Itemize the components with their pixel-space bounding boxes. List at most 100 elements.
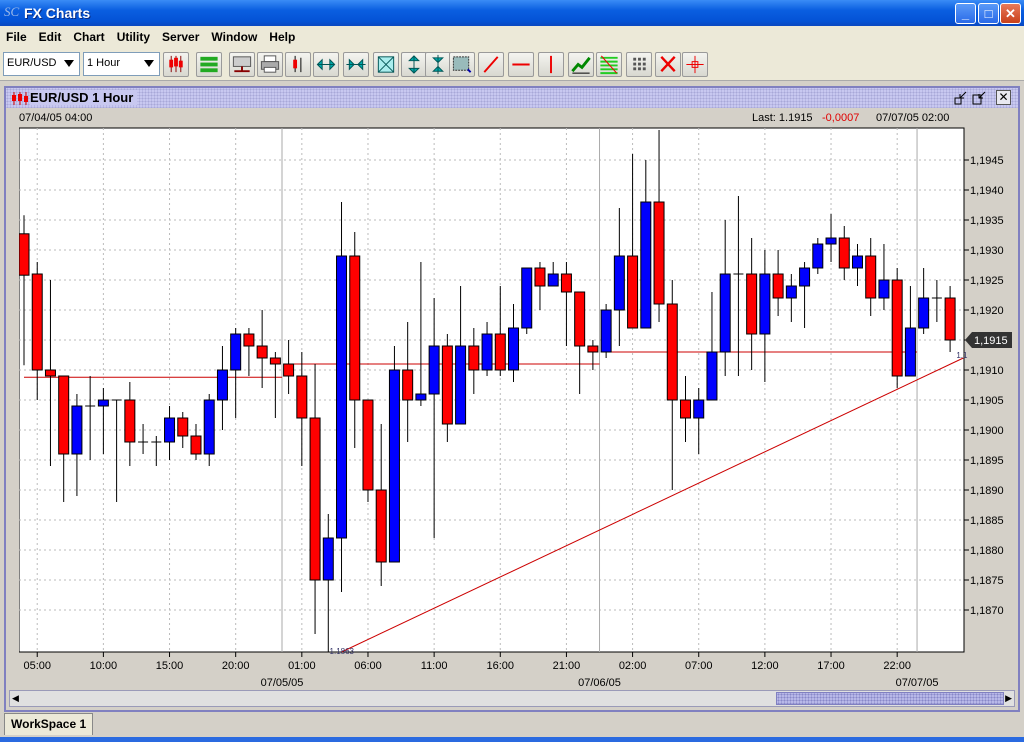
- horizontal-line-button[interactable]: [508, 52, 534, 77]
- candle-body: [746, 273, 758, 335]
- line-chart-button[interactable]: [568, 52, 594, 77]
- minimize-button[interactable]: _: [955, 3, 976, 24]
- bar-chart-button[interactable]: [285, 52, 311, 77]
- x-tick-label: 02:00: [619, 660, 647, 672]
- date-label: 07/06/05: [578, 677, 621, 689]
- candle-body: [362, 399, 374, 491]
- y-tick-label: 1,1890: [970, 485, 1004, 497]
- menu-utility[interactable]: Utility: [115, 30, 156, 44]
- expand-vertical-icon: [408, 55, 420, 74]
- candle-body: [640, 201, 652, 329]
- chart-area[interactable]: 1,1870 1,1875 1,1880 1,1885 1,1890 1,1895 1,19…: [18, 126, 1019, 694]
- candle-body: [560, 273, 572, 293]
- fit-chart-icon: [377, 56, 395, 73]
- candle-body: [587, 345, 599, 353]
- last-price: Last: 1.1915: [752, 112, 813, 124]
- candle-body: [71, 405, 83, 455]
- crosshair-button[interactable]: [682, 52, 708, 77]
- candle-body: [534, 267, 546, 287]
- trend-line-button[interactable]: [478, 52, 504, 77]
- candle-body: [296, 375, 308, 419]
- candle-body: [58, 375, 70, 455]
- vertical-line-button[interactable]: [538, 52, 564, 77]
- scrollbar-thumb[interactable]: [776, 692, 1004, 705]
- expand-horizontal-button[interactable]: [313, 52, 339, 77]
- close-chart-button[interactable]: ✕: [996, 90, 1011, 105]
- indicators-button[interactable]: [196, 52, 222, 77]
- compress-horizontal-button[interactable]: [343, 52, 369, 77]
- candle-body: [309, 417, 321, 581]
- server-button[interactable]: [229, 52, 255, 77]
- candle-body: [865, 255, 877, 299]
- candle-body: [706, 351, 718, 401]
- candle-body: [322, 537, 334, 581]
- current-price-label: 1,1915: [974, 335, 1008, 347]
- candle-body: [177, 417, 189, 437]
- candle-body: [680, 399, 691, 419]
- compress-horizontal-icon: [346, 58, 366, 71]
- candle-body: [164, 417, 176, 443]
- candle-body: [508, 327, 520, 371]
- x-tick-label: 10:00: [90, 660, 118, 672]
- menu-edit[interactable]: Edit: [37, 30, 68, 44]
- timeframe-select[interactable]: 1 Hour: [83, 52, 160, 76]
- candlestick-chart[interactable]: 1,1870 1,1875 1,1880 1,1885 1,1890 1,1895 1,19…: [18, 126, 1019, 691]
- candle-body: [547, 273, 559, 287]
- grid-icon: [633, 57, 646, 71]
- workspace-tab[interactable]: WorkSpace 1: [4, 713, 94, 735]
- candle-body: [494, 333, 506, 371]
- zoom-select-button[interactable]: [449, 52, 475, 77]
- grid-button[interactable]: [626, 52, 652, 77]
- print-button[interactable]: [257, 52, 283, 77]
- restore-icon[interactable]: [972, 91, 986, 105]
- trendline-end-label: 1.1: [956, 351, 968, 360]
- menu-server[interactable]: Server: [160, 30, 205, 44]
- candle-body: [283, 363, 295, 377]
- y-tick-label: 1,1940: [970, 185, 1004, 197]
- window-title: FX Charts: [24, 5, 91, 21]
- compress-vertical-icon: [432, 54, 444, 75]
- candle-body: [574, 291, 586, 347]
- title-bar: SC FX Charts _ □ ✕: [0, 0, 1024, 26]
- expand-vertical-button[interactable]: [401, 52, 427, 77]
- menu-window[interactable]: Window: [209, 30, 263, 44]
- menu-file[interactable]: File: [4, 30, 33, 44]
- y-tick-label: 1,1900: [970, 425, 1004, 437]
- y-tick-label: 1,1895: [970, 455, 1004, 467]
- close-button[interactable]: ✕: [1000, 3, 1021, 24]
- compress-vertical-button[interactable]: [425, 52, 451, 77]
- zoom-select-icon: [452, 56, 472, 73]
- maximize-button[interactable]: □: [978, 3, 999, 24]
- candle-body: [349, 255, 361, 401]
- expand-horizontal-icon: [316, 58, 336, 71]
- fit-chart-button[interactable]: [373, 52, 399, 77]
- x-tick-label: 22:00: [883, 660, 911, 672]
- y-tick-label: 1,1945: [970, 155, 1004, 167]
- symbol-select[interactable]: EUR/USD: [3, 52, 80, 76]
- horizontal-scrollbar[interactable]: ◀ ▶: [9, 690, 1015, 707]
- candle-body: [613, 255, 625, 311]
- chart-window: EUR/USD 1 Hour ✕ 07/04/05 04:00 Last: 1.…: [4, 86, 1020, 712]
- x-tick-label: 21:00: [553, 660, 581, 672]
- scroll-left-icon[interactable]: ◀: [12, 693, 19, 704]
- candle-body: [759, 273, 771, 335]
- candle-body: [666, 303, 678, 401]
- scroll-right-icon[interactable]: ▶: [1005, 693, 1012, 704]
- menu-help[interactable]: Help: [267, 30, 301, 44]
- fibonacci-button[interactable]: [596, 52, 622, 77]
- candle-body: [124, 399, 136, 443]
- x-tick-label: 20:00: [222, 660, 250, 672]
- delete-button[interactable]: [655, 52, 681, 77]
- candlestick-chart-button[interactable]: [163, 52, 189, 77]
- candle-body: [243, 333, 255, 347]
- candle-body: [812, 243, 824, 269]
- menu-chart[interactable]: Chart: [71, 30, 110, 44]
- x-tick-label: 12:00: [751, 660, 779, 672]
- print-icon: [260, 55, 280, 73]
- candle-body: [203, 399, 215, 455]
- candle-body: [521, 267, 533, 329]
- trend-line-icon: [483, 56, 499, 73]
- horizontal-line-icon: [512, 63, 530, 66]
- detach-icon[interactable]: [954, 91, 968, 105]
- date-label: 07/07/05: [896, 677, 939, 689]
